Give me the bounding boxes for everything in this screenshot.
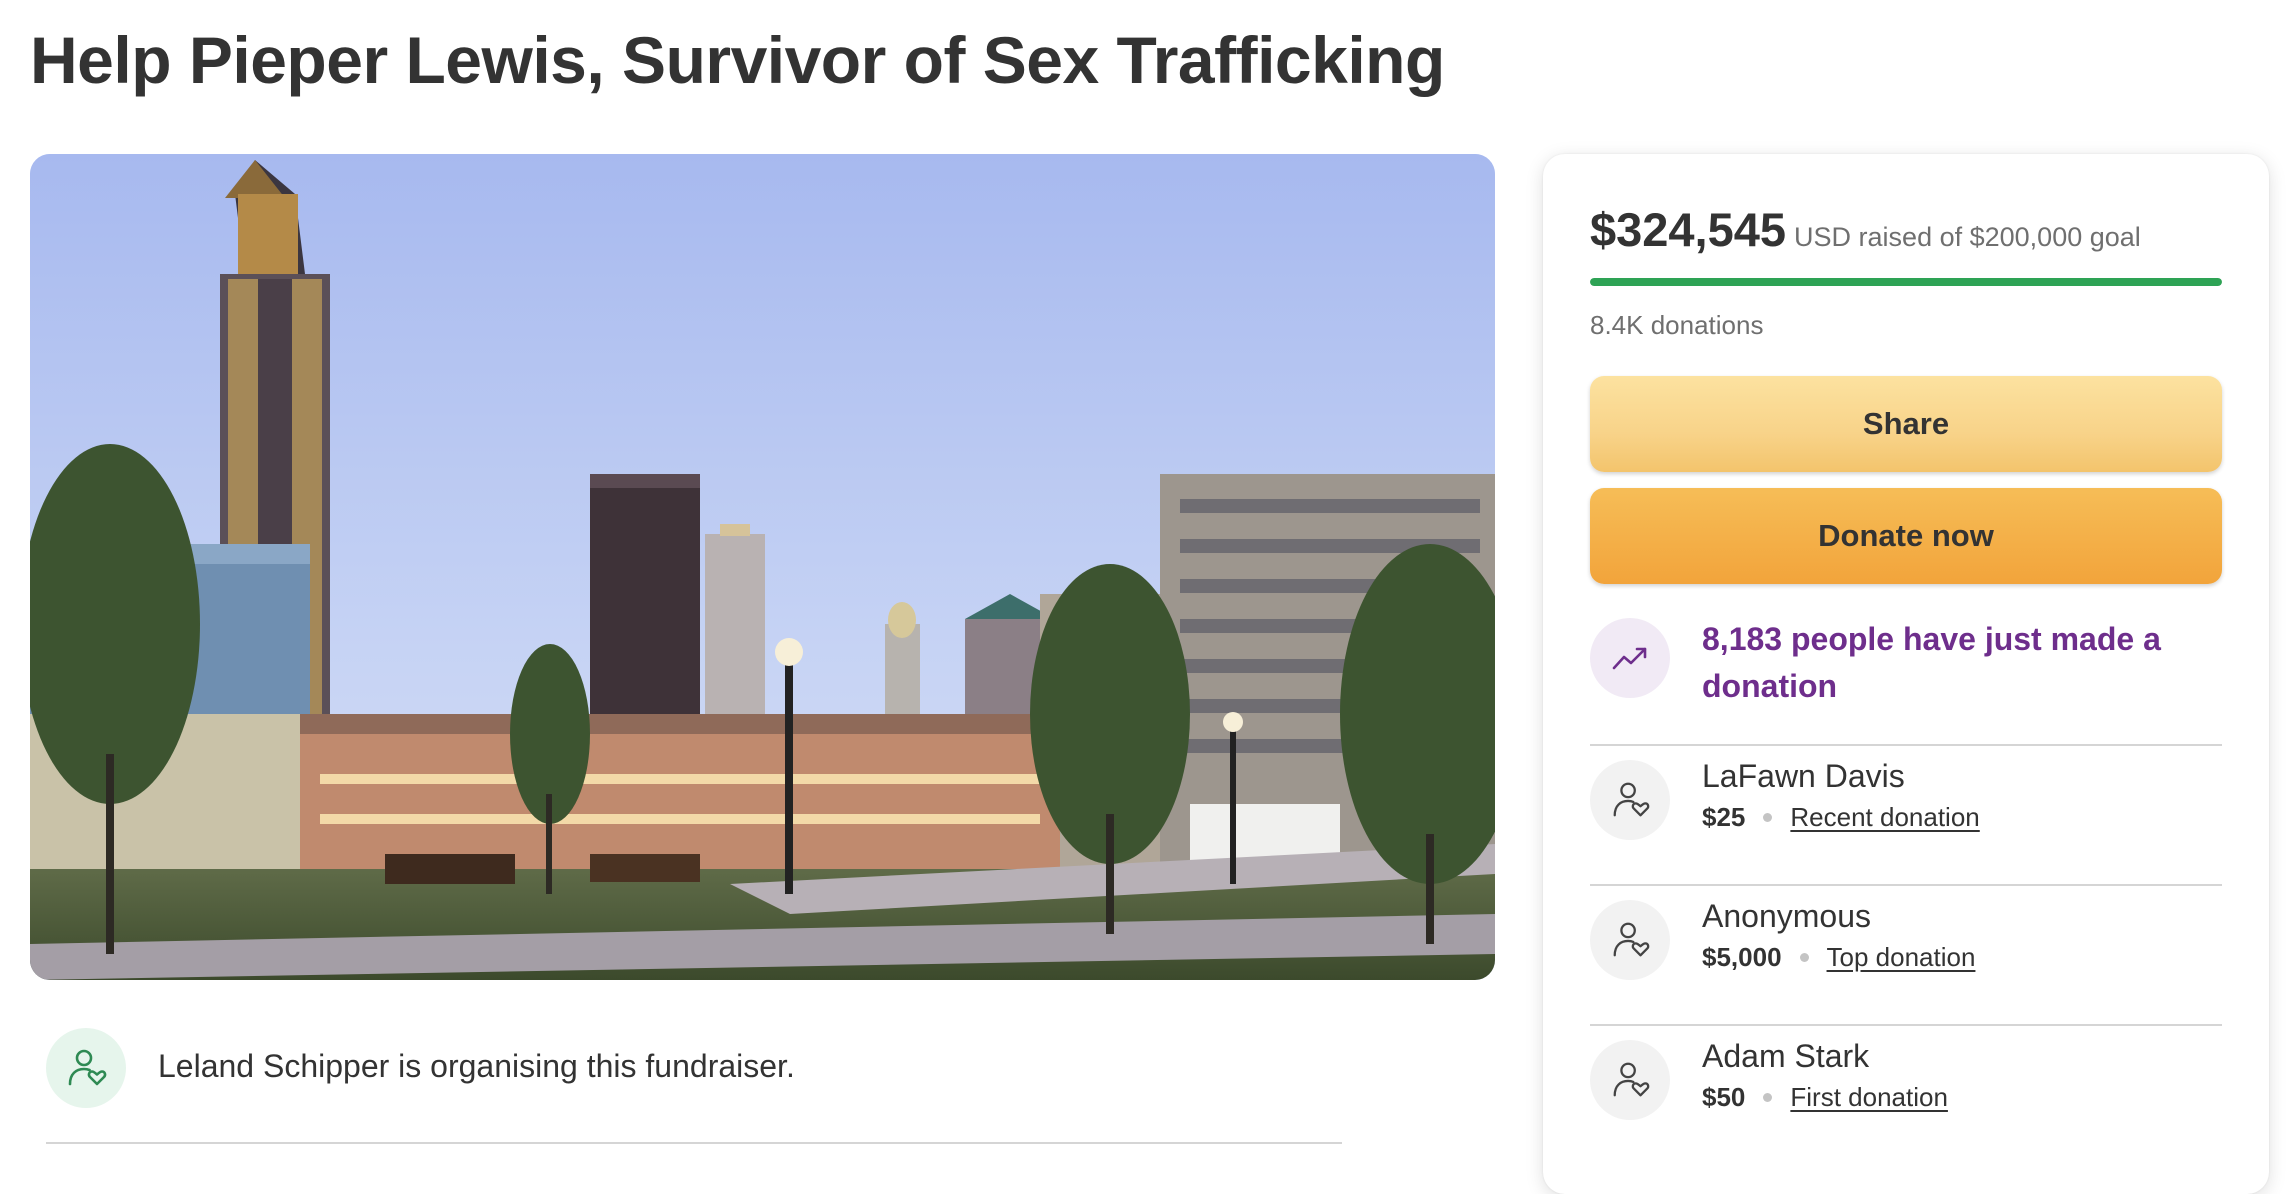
donation-meta: $50 First donation [1702,1082,1948,1113]
organiser-section: Leland Schipper is organising this fundr… [46,1028,1342,1144]
donation-meta: $25 Recent donation [1702,802,1980,833]
person-heart-icon [46,1028,126,1108]
donation-card: $324,545 USD raised of $200,000 goal 8.4K… [1543,154,2269,1194]
separator-dot [1763,1093,1773,1102]
donation-row: Anonymous $5,000 Top donation [1590,886,2222,1026]
donation-meta: $5,000 Top donation [1702,942,1975,973]
hero-image [30,154,1495,980]
skyline-photo [30,154,1495,980]
person-heart-icon [1590,760,1670,840]
separator-dot [1799,953,1809,962]
donor-name: Adam Stark [1702,1038,1870,1074]
donation-type-link[interactable]: Recent donation [1790,802,1979,833]
raised-summary: $324,545 USD raised of $200,000 goal [1590,202,2141,257]
page-title: Help Pieper Lewis, Survivor of Sex Traff… [30,23,1445,97]
donation-amount: $5,000 [1702,942,1782,972]
recent-activity: 8,183 people have just made a donation [1590,616,2222,746]
progress-bar [1590,278,2222,286]
donate-now-button[interactable]: Donate now [1590,488,2222,584]
progress-bar-fill [1590,278,2222,286]
share-button[interactable]: Share [1590,376,2222,472]
donation-amount: $25 [1702,802,1746,832]
person-heart-icon [1590,900,1670,980]
trending-up-icon [1590,618,1670,698]
organiser-text: Leland Schipper is organising this fundr… [158,1048,795,1084]
donation-row: Adam Stark $50 First donation [1590,1026,2222,1164]
donor-name: Anonymous [1702,898,1871,934]
person-heart-icon [1590,1040,1670,1120]
recent-activity-text: 8,183 people have just made a donation [1702,621,2161,704]
donations-count: 8.4K donations [1590,310,1764,340]
donation-amount: $50 [1702,1082,1746,1112]
separator-dot [1763,813,1773,822]
raised-goal-text: USD raised of $200,000 goal [1794,222,2141,252]
raised-amount: $324,545 [1590,203,1787,256]
donation-row: LaFawn Davis $25 Recent donation [1590,746,2222,886]
donor-name: LaFawn Davis [1702,758,1905,794]
donation-type-link[interactable]: First donation [1790,1082,1948,1113]
donation-type-link[interactable]: Top donation [1827,942,1976,973]
